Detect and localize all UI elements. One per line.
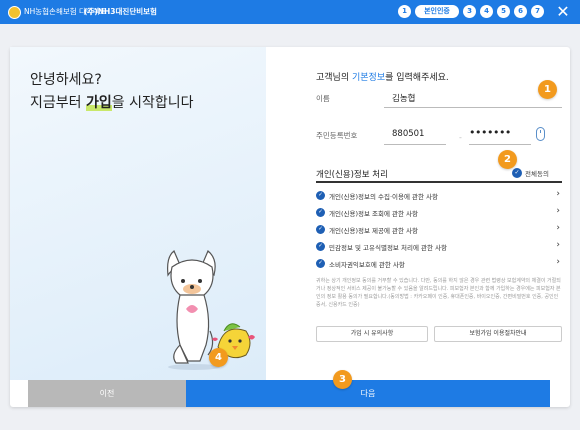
step-6: 6 [514, 5, 527, 18]
rrn-back-field[interactable]: ••••••• [469, 126, 511, 139]
name-field[interactable]: 김농협 [392, 92, 415, 104]
step-5: 5 [497, 5, 510, 18]
step-current: 본인인증 [415, 5, 459, 18]
term-item[interactable]: ✓ 개인(신용)정보 제공에 관한 사항 › [316, 221, 562, 238]
signup-card: 안녕하세요? 지금부터 가입을 시작합니다 고객님의 기본정보를 입력해주세요. [10, 47, 570, 407]
callout-badge-1: 1 [538, 80, 557, 99]
chevron-right-icon: › [556, 223, 560, 233]
check-icon: ✓ [316, 208, 325, 217]
step-7: 7 [531, 5, 544, 18]
rrn-dash: - [459, 133, 462, 142]
greeting-line1: 안녕하세요? [30, 72, 102, 88]
greeting-highlight: 가입 [85, 95, 112, 111]
step-1: 1 [398, 5, 411, 18]
term-label: 개인(신용)정보 제공에 관한 사항 [329, 226, 419, 235]
rrn-front-underline [384, 144, 446, 145]
mouse-keypad-icon[interactable] [536, 127, 545, 141]
term-label: 민감정보 및 고유식별정보 처리에 관한 사항 [329, 243, 447, 252]
product-name: (주)NH3대진단비보험 [84, 7, 157, 16]
guide-button[interactable]: 보험가입 이용절차안내 [434, 326, 562, 342]
term-label: 개인(신용)정보 조회에 관한 사항 [329, 209, 419, 218]
term-item[interactable]: ✓ 개인(신용)정보 조회에 관한 사항 › [316, 204, 562, 221]
step-4: 4 [480, 5, 493, 18]
section-divider [316, 181, 562, 183]
check-icon: ✓ [316, 191, 325, 200]
close-icon[interactable]: ✕ [554, 2, 572, 22]
callout-badge-4: 4 [209, 348, 228, 367]
callout-badge-3: 3 [333, 370, 352, 389]
term-item[interactable]: ✓ 민감정보 및 고유식별정보 처리에 관한 사항 › [316, 238, 562, 255]
chevron-right-icon: › [556, 206, 560, 216]
callout-badge-2: 2 [498, 150, 517, 169]
rrn-front-field[interactable]: 880501 [392, 129, 424, 139]
prev-button[interactable]: 이전 [28, 380, 186, 407]
form-panel: 고객님의 기본정보를 입력해주세요. 이름 김농협 주민등록번호 880501 … [274, 47, 566, 380]
greeting-line2: 지금부터 가입을 시작합니다 [30, 95, 194, 111]
check-icon: ✓ [316, 259, 325, 268]
step-3: 3 [463, 5, 476, 18]
term-label: 개인(신용)정보의 수집·이용에 관한 사항 [329, 192, 439, 201]
consent-section-title: 개인(신용)정보 처리 [316, 170, 388, 180]
name-underline [384, 107, 562, 108]
chevron-right-icon: › [556, 240, 560, 250]
chevron-right-icon: › [556, 189, 560, 199]
check-icon: ✓ [316, 242, 325, 251]
term-label: 소비자권익보호에 관한 사항 [329, 260, 405, 269]
check-icon: ✓ [316, 225, 325, 234]
rrn-label: 주민등록번호 [316, 131, 358, 140]
check-icon: ✓ [512, 168, 522, 178]
form-title: 고객님의 기본정보를 입력해주세요. [316, 73, 449, 83]
nh-logo-icon [8, 6, 21, 19]
all-agree-label: 전체동의 [525, 170, 549, 178]
terms-list: ✓ 개인(신용)정보의 수집·이용에 관한 사항 › ✓ 개인(신용)정보 조회… [316, 187, 562, 272]
top-bar: NH농협손해보험 다이렉트 (주)NH3대진단비보험 1 본인인증 3 4 5 … [0, 0, 580, 24]
rrn-back-underline [469, 144, 531, 145]
term-item[interactable]: ✓ 소비자권익보호에 관한 사항 › [316, 255, 562, 272]
notice-button[interactable]: 가입 시 유의사항 [316, 326, 428, 342]
chevron-right-icon: › [556, 257, 560, 267]
consent-fineprint: 귀하는 상기 개인정보 동의를 거부할 수 있습니다. 다만, 동의를 하지 않… [316, 278, 561, 308]
all-agree-checkbox[interactable]: ✓ 전체동의 [512, 168, 549, 178]
name-label: 이름 [316, 94, 330, 103]
next-button[interactable]: 다음 [186, 380, 550, 407]
intro-panel: 안녕하세요? 지금부터 가입을 시작합니다 [10, 47, 266, 380]
step-indicator: 1 본인인증 3 4 5 6 7 [398, 5, 548, 18]
term-item[interactable]: ✓ 개인(신용)정보의 수집·이용에 관한 사항 › [316, 187, 562, 204]
